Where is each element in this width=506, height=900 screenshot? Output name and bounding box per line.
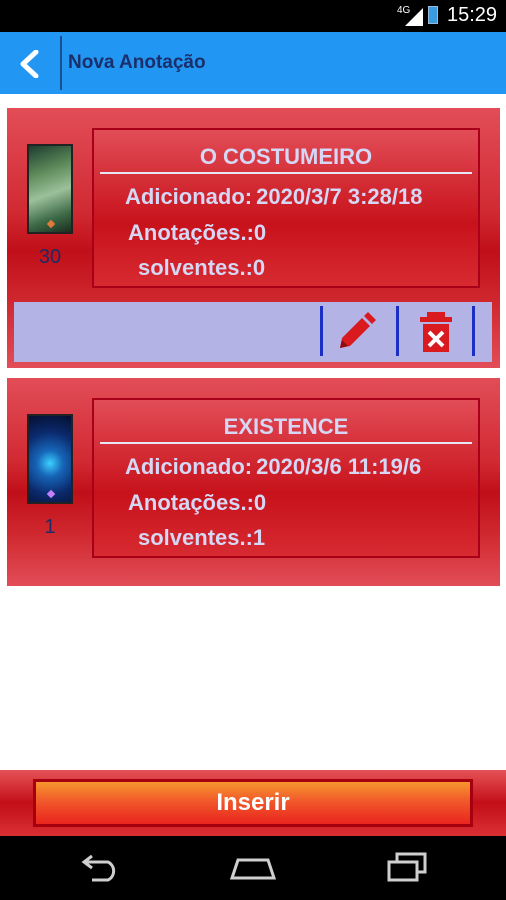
title-divider bbox=[100, 172, 472, 174]
thumbnail-marker bbox=[46, 489, 56, 499]
added-label: Adicionado: bbox=[125, 454, 253, 479]
added-label: Adicionado: bbox=[125, 184, 253, 209]
card-thumbnail bbox=[27, 144, 73, 234]
card-action-strip bbox=[14, 302, 492, 362]
chevron-left-icon bbox=[20, 50, 39, 78]
title-divider bbox=[100, 442, 472, 444]
card-thumbnail bbox=[27, 414, 73, 504]
added-value: 2020/3/6 11:19/6 bbox=[256, 454, 422, 479]
status-time: 15:29 bbox=[447, 4, 498, 26]
notes-count: Anotações.:0 bbox=[128, 490, 267, 515]
page-title: Nova Anotação bbox=[68, 52, 206, 73]
bottom-bar: Inserir bbox=[0, 770, 506, 836]
delete-button[interactable] bbox=[414, 310, 458, 354]
nav-back-icon[interactable] bbox=[78, 854, 122, 882]
added-line: Adicionado: 2020/3/7 3:28/18 bbox=[125, 184, 422, 210]
nav-recent-apps-icon[interactable] bbox=[385, 851, 429, 883]
annotation-card[interactable]: 30 O COSTUMEIRO Adicionado: 2020/3/7 3:28… bbox=[7, 108, 500, 368]
system-nav-bar bbox=[0, 836, 506, 900]
strip-divider bbox=[472, 306, 475, 356]
card-title: EXISTENCE bbox=[223, 414, 349, 439]
nav-home-icon[interactable] bbox=[228, 854, 278, 882]
solved-count: solventes.:1 bbox=[138, 525, 266, 550]
card-title: O COSTUMEIRO bbox=[199, 144, 373, 169]
action-bar-divider bbox=[60, 36, 62, 90]
signal-icon bbox=[405, 8, 423, 26]
thumbnail-marker bbox=[46, 219, 56, 229]
added-line: Adicionado: 2020/3/6 11:19/6 bbox=[125, 454, 421, 480]
battery-icon bbox=[428, 6, 438, 24]
notes-count: Anotações.:0 bbox=[128, 220, 267, 245]
status-bar: 4G 15:29 bbox=[0, 0, 506, 32]
action-bar: Nova Anotação bbox=[0, 32, 506, 94]
card-info-panel: O COSTUMEIRO Adicionado: 2020/3/7 3:28/18… bbox=[92, 128, 480, 288]
back-button[interactable] bbox=[0, 32, 60, 94]
edit-button[interactable] bbox=[334, 310, 378, 354]
trash-icon bbox=[420, 312, 452, 352]
solved-count: solventes.:0 bbox=[138, 255, 266, 280]
added-value: 2020/3/7 3:28/18 bbox=[256, 184, 423, 209]
annotation-card[interactable]: 1 EXISTENCE Adicionado: 2020/3/6 11:19/6 … bbox=[7, 378, 500, 586]
strip-divider bbox=[396, 306, 399, 356]
card-count: 30 bbox=[38, 246, 62, 268]
strip-divider bbox=[320, 306, 323, 356]
pencil-icon bbox=[340, 312, 376, 348]
card-info-panel: EXISTENCE Adicionado: 2020/3/6 11:19/6 An… bbox=[92, 398, 480, 558]
insert-button[interactable]: Inserir bbox=[33, 779, 473, 827]
card-count: 1 bbox=[44, 516, 56, 538]
